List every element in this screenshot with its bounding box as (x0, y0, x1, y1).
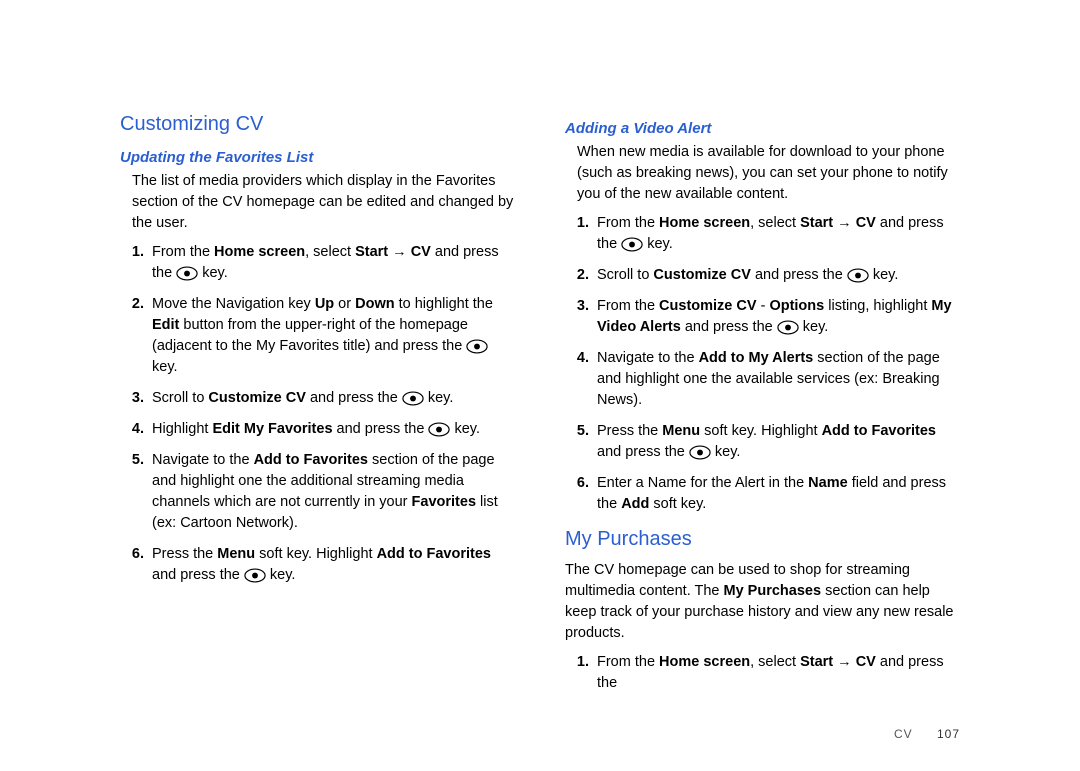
page-number: 107 (937, 727, 960, 741)
center-key-icon (621, 237, 643, 252)
step: From the Home screen, select Start → CV … (148, 242, 515, 284)
center-key-icon (689, 445, 711, 460)
section-heading: Customizing CV (120, 110, 515, 139)
center-key-icon (428, 422, 450, 437)
steps-list: From the Home screen, select Start → CV … (593, 652, 960, 694)
intro-paragraph: When new media is available for download… (577, 142, 960, 205)
body-paragraph: The CV homepage can be used to shop for … (565, 560, 960, 644)
subsection-heading: Adding a Video Alert (565, 118, 960, 140)
footer-section: CV (894, 727, 913, 741)
manual-page: Customizing CV Updating the Favorites Li… (0, 0, 1080, 771)
step: Highlight Edit My Favorites and press th… (148, 419, 515, 440)
left-column: Customizing CV Updating the Favorites Li… (120, 110, 515, 704)
center-key-icon (402, 391, 424, 406)
step: From the Home screen, select Start → CV … (593, 652, 960, 694)
page-footer: CV 107 (894, 727, 960, 741)
right-column: Adding a Video Alert When new media is a… (565, 110, 960, 704)
subsection-heading: Updating the Favorites List (120, 147, 515, 169)
step: From the Customize CV - Options listing,… (593, 296, 960, 338)
step: Press the Menu soft key. Highlight Add t… (148, 544, 515, 586)
intro-paragraph: The list of media providers which displa… (132, 171, 515, 234)
step: Navigate to the Add to Favorites section… (148, 450, 515, 534)
section-heading: My Purchases (565, 525, 960, 554)
center-key-icon (466, 339, 488, 354)
step: Scroll to Customize CV and press the key… (593, 265, 960, 286)
two-column-layout: Customizing CV Updating the Favorites Li… (120, 110, 960, 704)
steps-list: From the Home screen, select Start → CV … (148, 242, 515, 586)
center-key-icon (244, 568, 266, 583)
step: Navigate to the Add to My Alerts section… (593, 348, 960, 411)
step: Press the Menu soft key. Highlight Add t… (593, 421, 960, 463)
step: Enter a Name for the Alert in the Name f… (593, 473, 960, 515)
step: Move the Navigation key Up or Down to hi… (148, 294, 515, 378)
center-key-icon (847, 268, 869, 283)
step: Scroll to Customize CV and press the key… (148, 388, 515, 409)
center-key-icon (777, 320, 799, 335)
center-key-icon (176, 266, 198, 281)
step: From the Home screen, select Start → CV … (593, 213, 960, 255)
steps-list: From the Home screen, select Start → CV … (593, 213, 960, 515)
